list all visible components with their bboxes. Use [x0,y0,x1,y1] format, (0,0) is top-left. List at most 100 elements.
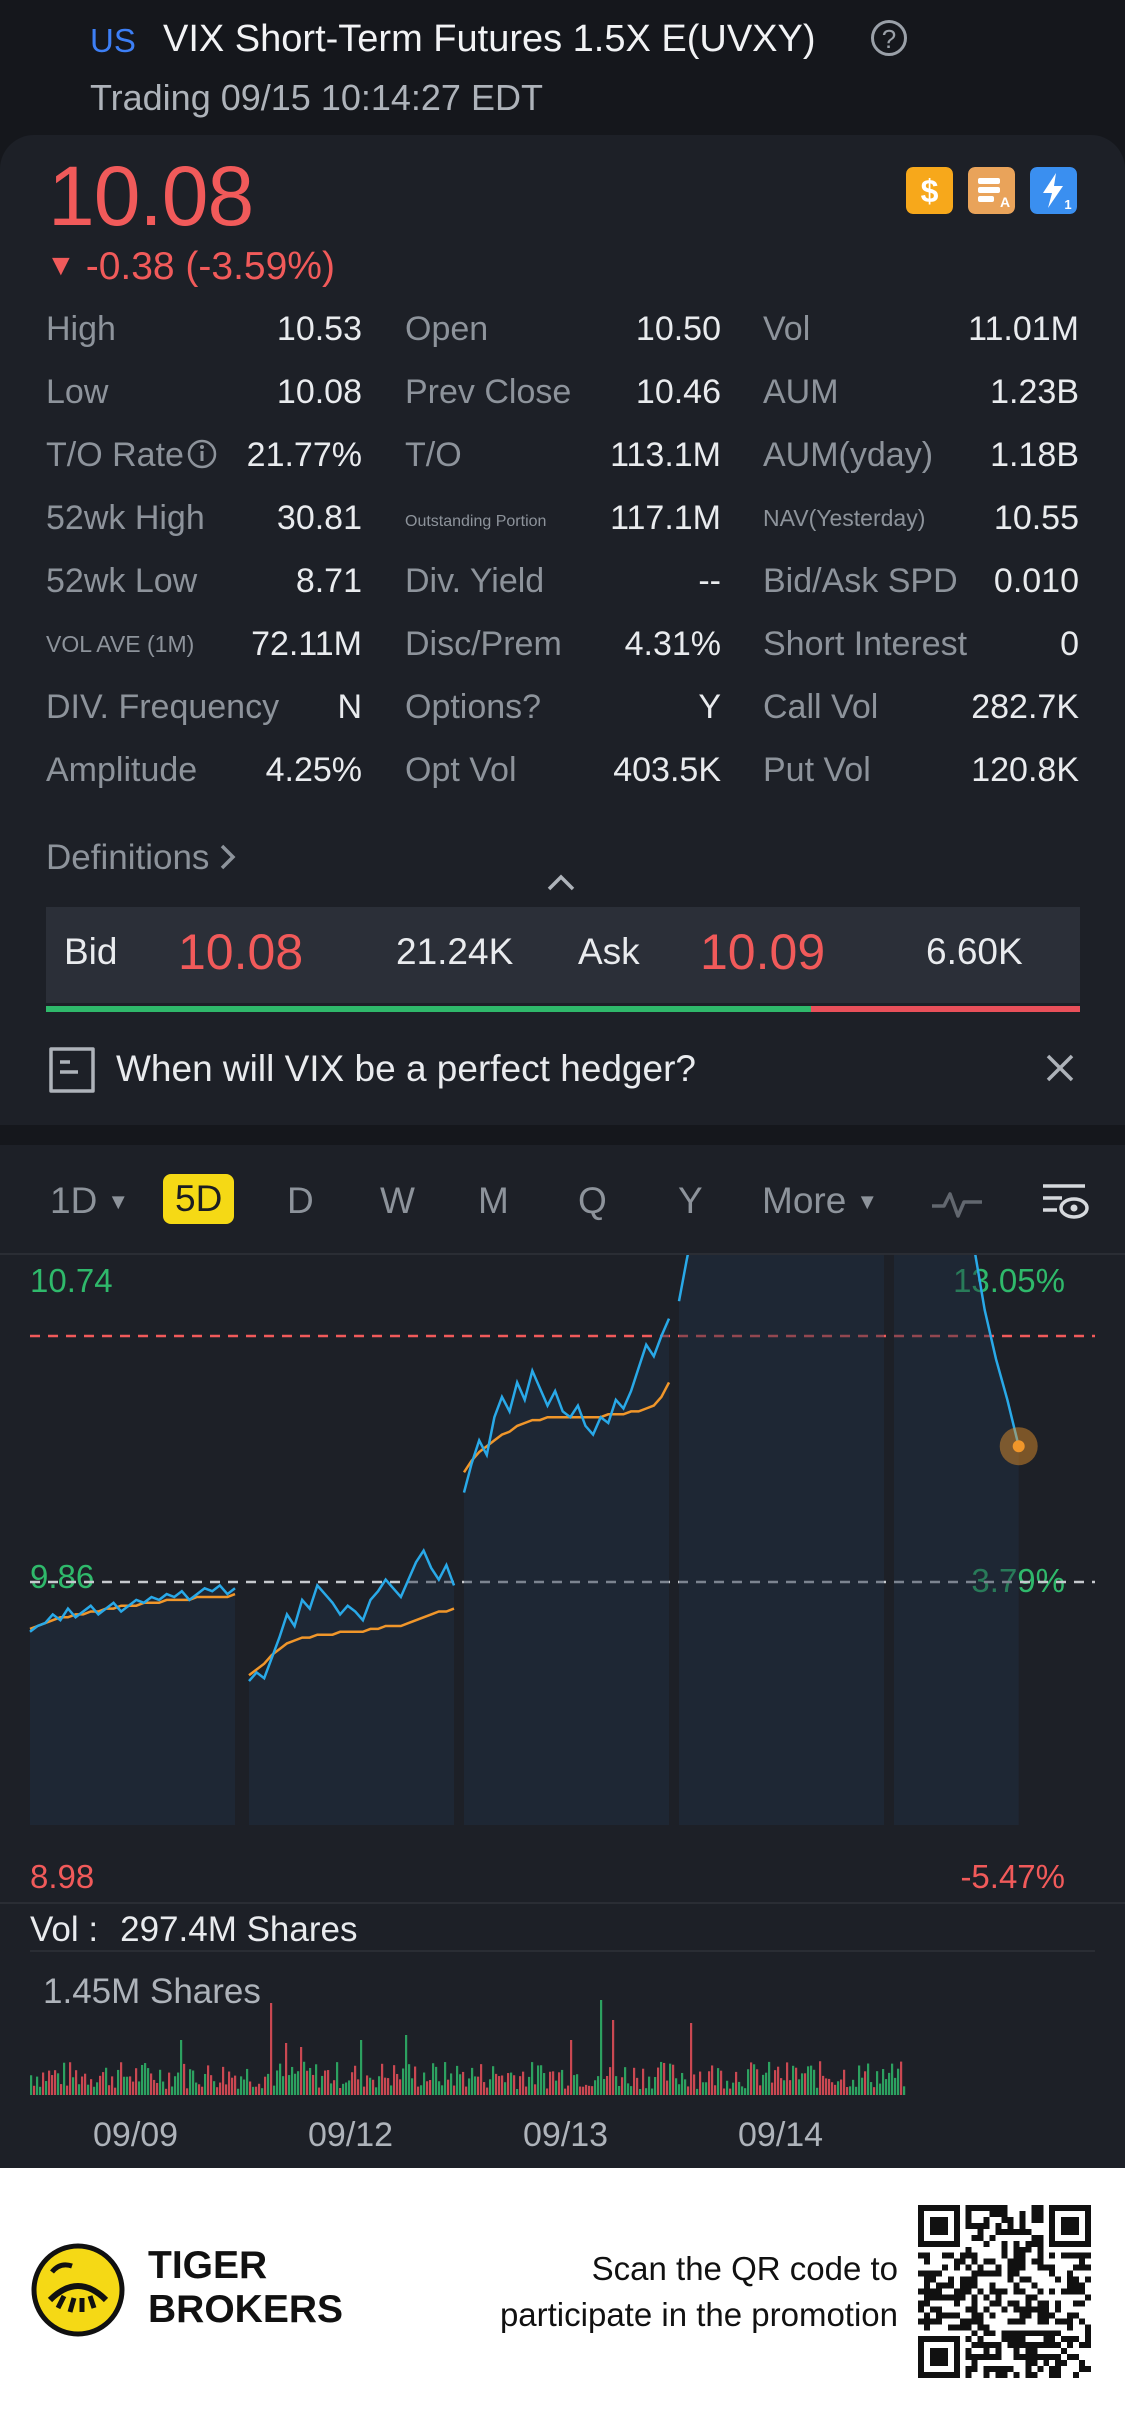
tab-more[interactable]: More ▼ [762,1180,878,1222]
volume-bar [261,2088,264,2095]
volume-bar [483,2082,486,2095]
volume-bar [204,2073,207,2095]
market-badge: US [90,22,136,59]
volume-bar [102,2072,105,2095]
volume-bar [612,2020,615,2095]
volume-bar [705,2082,708,2095]
volume-value: 297.4M Shares [120,1910,358,1949]
tab-5d[interactable]: 5D [163,1174,235,1224]
volume-bar [546,2088,549,2095]
dollar-icon[interactable]: $ [906,167,953,214]
tab-label: 5D [175,1178,223,1219]
volume-bar [231,2077,234,2095]
last-price-dot [1012,1440,1025,1453]
volume-bar [606,2075,609,2095]
volume-bar [90,2079,93,2095]
volume-bar [672,2064,675,2095]
volume-bar [132,2081,135,2095]
stat-value: 403.5K [613,751,721,789]
volume-divider [0,1902,1125,1904]
volume-bar [159,2069,162,2095]
volume-bar [492,2066,495,2095]
flash-icon[interactable]: 1 [1030,167,1077,214]
volume-bar [354,2065,357,2095]
tab-y[interactable]: Y [678,1180,703,1222]
news-banner[interactable]: When will VIX be a perfect hedger? [0,1030,1125,1110]
volume-bar [300,2047,303,2095]
volume-bar [276,2070,279,2095]
volume-bar [873,2087,876,2095]
volume-bar [666,2080,669,2095]
close-icon[interactable] [1042,1050,1078,1086]
volume-bar [882,2069,885,2095]
volume-bar [525,2086,528,2095]
volume-bar [888,2072,891,2095]
volume-chart[interactable] [0,1950,1125,2100]
chevron-up-icon[interactable] [546,872,576,894]
volume-bar [180,2040,183,2095]
volume-bar [306,2070,309,2095]
tab-1d[interactable]: 1D ▼ [50,1180,129,1222]
stat-label: Put Vol [763,751,871,789]
volume-bar [750,2062,753,2095]
volume-bar [720,2070,723,2095]
volume-bar [402,2068,405,2095]
info-icon[interactable] [186,438,218,470]
volume-bar [885,2079,888,2095]
tab-q[interactable]: Q [578,1180,607,1222]
volume-bar [156,2082,159,2095]
volume-bar [207,2065,210,2095]
volume-bar [360,2040,363,2095]
volume-bar [582,2086,585,2095]
volume-bar [462,2071,465,2095]
stat-label: Open [405,310,489,348]
volume-bar [531,2062,534,2095]
chart-settings-icon[interactable] [1040,1180,1090,1226]
volume-bar [630,2086,633,2095]
price-chart[interactable] [0,1255,1125,1905]
ask-price[interactable]: 10.09 [700,923,825,981]
volume-bar [168,2072,171,2095]
stat-label: NAV(Yesterday) [763,505,926,531]
volume-bar [858,2065,861,2095]
volume-bar [405,2035,408,2095]
volume-bar [849,2086,852,2095]
tab-d[interactable]: D [287,1180,314,1222]
volume-bar [129,2076,132,2095]
stat-label: High [46,310,116,348]
volume-bar [789,2080,792,2095]
bid-price[interactable]: 10.08 [178,923,303,981]
volume-bar [534,2084,537,2095]
stat-value: 117.1M [610,499,721,537]
volume-bar [390,2085,393,2095]
volume-bar [120,2062,123,2095]
qr-code-icon[interactable] [918,2205,1091,2378]
volume-bar [855,2086,858,2095]
volume-bar [75,2070,78,2095]
volume-bar [579,2086,582,2095]
chevron-right-icon [221,844,236,870]
volume-bar [381,2063,384,2095]
volume-bar [351,2072,354,2095]
volume-bar [69,2062,72,2095]
volume-bar [903,2086,906,2095]
stat-value: 11.01M [968,310,1079,348]
stat-label: Opt Vol [405,751,517,789]
tab-m[interactable]: M [478,1180,509,1222]
volume-bar [477,2076,480,2095]
volume-bar [225,2084,228,2095]
stat-value: 4.31% [624,625,721,663]
stack-a-icon[interactable]: A [968,167,1015,214]
volume-bar [237,2088,240,2095]
question-circle-icon[interactable]: ? [871,20,907,56]
volume-bar [285,2043,288,2095]
volume-bar [363,2086,366,2095]
volume-bar [174,2076,177,2095]
line-chart-icon[interactable] [930,1186,984,1222]
definitions-link[interactable]: Definitions [46,838,239,878]
volume-bar [219,2082,222,2095]
volume-bar [330,2083,333,2095]
volume-bar [744,2088,747,2095]
tab-w[interactable]: W [380,1180,415,1222]
volume-bar [468,2078,471,2095]
